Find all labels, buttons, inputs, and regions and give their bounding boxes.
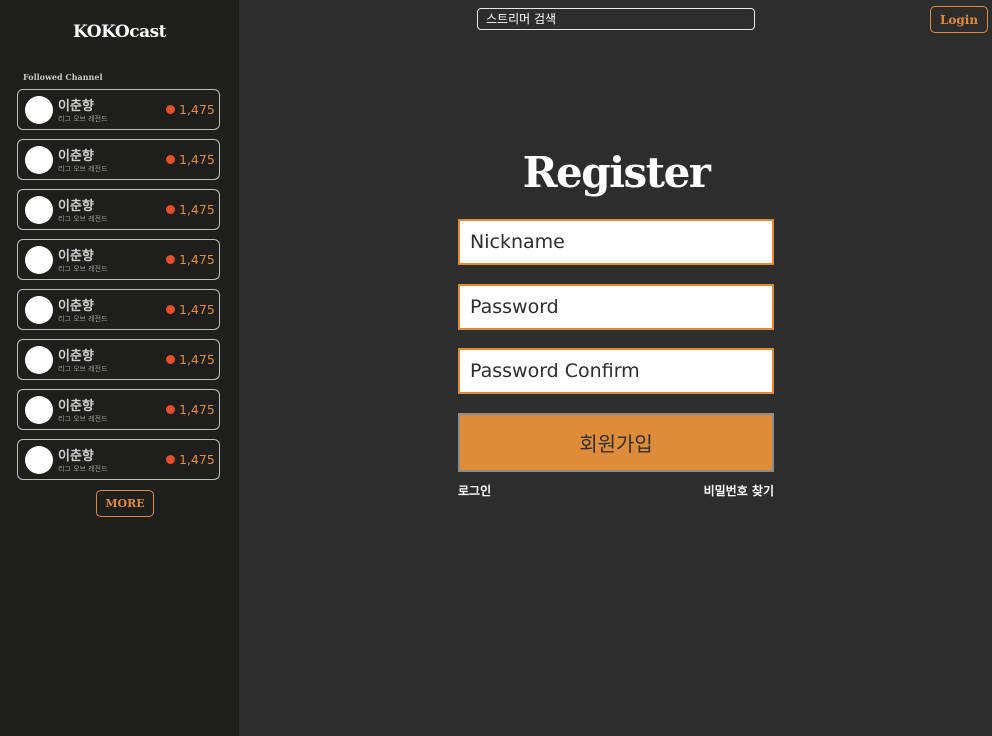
channel-item[interactable]: 이춘향 리그 오브 레전드 1,475 xyxy=(17,239,220,280)
channel-game: 리그 오브 레전드 xyxy=(58,365,108,373)
channel-game: 리그 오브 레전드 xyxy=(58,115,108,123)
avatar xyxy=(25,96,53,124)
channel-name: 이춘향 xyxy=(58,249,94,264)
channel-name: 이춘향 xyxy=(58,449,94,464)
channel-item[interactable]: 이춘향 리그 오브 레전드 1,475 xyxy=(17,289,220,330)
viewer-count: 1,475 xyxy=(179,402,215,417)
channel-item[interactable]: 이춘향 리그 오브 레전드 1,475 xyxy=(17,89,220,130)
register-submit-button[interactable]: 회원가입 xyxy=(458,413,774,472)
nickname-field[interactable]: Nickname xyxy=(458,219,774,265)
live-dot-icon xyxy=(166,105,175,114)
channel-item[interactable]: 이춘향 리그 오브 레전드 1,475 xyxy=(17,189,220,230)
avatar xyxy=(25,296,53,324)
channel-item[interactable]: 이춘향 리그 오브 레전드 1,475 xyxy=(17,389,220,430)
channel-game: 리그 오브 레전드 xyxy=(58,415,108,423)
channel-game: 리그 오브 레전드 xyxy=(58,465,108,473)
viewer-count: 1,475 xyxy=(179,252,215,267)
viewer-count: 1,475 xyxy=(179,102,215,117)
live-dot-icon xyxy=(166,455,175,464)
channel-game: 리그 오브 레전드 xyxy=(58,215,108,223)
more-button[interactable]: MORE xyxy=(96,490,154,517)
login-button[interactable]: Login xyxy=(930,6,988,33)
followed-channel-title: Followed Channel xyxy=(23,72,103,82)
channel-name: 이춘향 xyxy=(58,149,94,164)
channel-game: 리그 오브 레전드 xyxy=(58,315,108,323)
channel-item[interactable]: 이춘향 리그 오브 레전드 1,475 xyxy=(17,439,220,480)
live-dot-icon xyxy=(166,205,175,214)
channel-item[interactable]: 이춘향 리그 오브 레전드 1,475 xyxy=(17,139,220,180)
viewer-count: 1,475 xyxy=(179,452,215,467)
login-link[interactable]: 로그인 xyxy=(458,482,491,499)
channel-game: 리그 오브 레전드 xyxy=(58,265,108,273)
avatar xyxy=(25,446,53,474)
app-logo[interactable]: KOKOcast xyxy=(0,22,239,42)
sidebar: KOKOcast Followed Channel 이춘향 리그 오브 레전드 … xyxy=(0,0,239,736)
find-password-link[interactable]: 비밀번호 찾기 xyxy=(695,482,774,499)
channel-name: 이춘향 xyxy=(58,399,94,414)
channel-game: 리그 오브 레전드 xyxy=(58,165,108,173)
live-dot-icon xyxy=(166,305,175,314)
password-confirm-field[interactable]: Password Confirm xyxy=(458,348,774,394)
avatar xyxy=(25,396,53,424)
avatar xyxy=(25,246,53,274)
viewer-count: 1,475 xyxy=(179,302,215,317)
live-dot-icon xyxy=(166,255,175,264)
password-field[interactable]: Password xyxy=(458,284,774,330)
viewer-count: 1,475 xyxy=(179,152,215,167)
live-dot-icon xyxy=(166,405,175,414)
channel-name: 이춘향 xyxy=(58,349,94,364)
viewer-count: 1,475 xyxy=(179,352,215,367)
channel-name: 이춘향 xyxy=(58,99,94,114)
avatar xyxy=(25,196,53,224)
viewer-count: 1,475 xyxy=(179,202,215,217)
streamer-search-input[interactable]: 스트리머 검색 xyxy=(477,8,755,30)
avatar xyxy=(25,346,53,374)
live-dot-icon xyxy=(166,355,175,364)
channel-name: 이춘향 xyxy=(58,299,94,314)
live-dot-icon xyxy=(166,155,175,164)
channel-name: 이춘향 xyxy=(58,199,94,214)
channel-item[interactable]: 이춘향 리그 오브 레전드 1,475 xyxy=(17,339,220,380)
page-title: Register xyxy=(522,148,711,197)
avatar xyxy=(25,146,53,174)
